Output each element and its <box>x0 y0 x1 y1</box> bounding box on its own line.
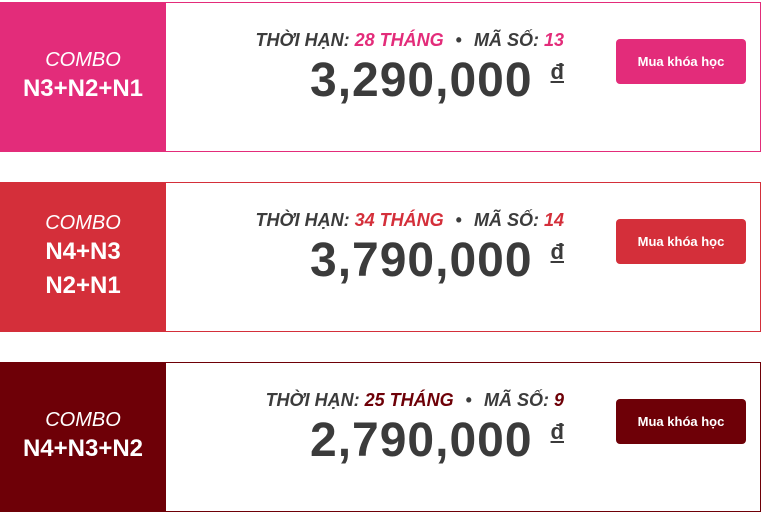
currency-symbol: đ <box>550 239 564 264</box>
price-value: 2,790,000 <box>310 414 533 467</box>
separator-dot: • <box>455 30 462 50</box>
code-label: MÃ SỐ: <box>473 210 539 230</box>
duration-value: 25 THÁNG <box>364 390 454 410</box>
duration-label: THỜI HẠN: <box>255 210 350 230</box>
combo-label-panel: COMBO N3+N2+N1 <box>0 2 166 152</box>
combo-list: COMBO N3+N2+N1 THỜI HẠN: 28 THÁNG • MÃ SỐ:… <box>0 0 763 514</box>
combo-label-panel: COMBO N4+N3 N2+N1 <box>0 182 166 332</box>
combo-label-panel: COMBO N4+N3+N2 <box>0 362 166 512</box>
duration-value: 28 THÁNG <box>354 30 444 50</box>
buy-course-button[interactable]: Mua khóa học <box>616 399 746 444</box>
buy-course-button[interactable]: Mua khóa học <box>616 219 746 264</box>
combo-levels: N3+N2+N1 <box>22 75 144 102</box>
buy-course-button[interactable]: Mua khóa học <box>616 39 746 84</box>
combo-levels: N2+N1 <box>45 272 121 299</box>
separator-dot: • <box>465 390 472 410</box>
combo-meta: THỜI HẠN: 28 THÁNG • MÃ SỐ: 13 <box>256 30 564 51</box>
combo-levels: N4+N3 <box>45 238 121 265</box>
duration-value: 34 THÁNG <box>354 210 444 230</box>
combo-card: COMBO N3+N2+N1 THỜI HẠN: 28 THÁNG • MÃ SỐ:… <box>0 2 761 152</box>
duration-label: THỜI HẠN: <box>265 390 360 410</box>
price-value: 3,290,000 <box>310 54 533 107</box>
separator-dot: • <box>455 210 462 230</box>
currency-symbol: đ <box>550 59 564 84</box>
combo-details: THỜI HẠN: 28 THÁNG • MÃ SỐ: 13 3,290,000 đ… <box>166 2 761 152</box>
combo-meta: THỜI HẠN: 25 THÁNG • MÃ SỐ: 9 <box>266 390 564 411</box>
price-row: 3,790,000 đ <box>310 233 564 289</box>
code-label: MÃ SỐ: <box>473 30 539 50</box>
combo-details: THỜI HẠN: 25 THÁNG • MÃ SỐ: 9 2,790,000 đ … <box>166 362 761 512</box>
combo-details: THỜI HẠN: 34 THÁNG • MÃ SỐ: 14 3,790,000 đ… <box>166 182 761 332</box>
combo-word: COMBO <box>45 212 121 234</box>
code-value: 14 <box>543 210 564 230</box>
combo-card: COMBO N4+N3+N2 THỜI HẠN: 25 THÁNG • MÃ SỐ:… <box>0 362 761 512</box>
duration-label: THỜI HẠN: <box>255 30 350 50</box>
price-value: 3,790,000 <box>310 234 533 287</box>
price-row: 3,290,000 đ <box>310 53 564 109</box>
combo-word: COMBO <box>45 409 121 431</box>
code-value: 13 <box>543 30 564 50</box>
combo-word: COMBO <box>45 49 121 71</box>
combo-levels: N4+N3+N2 <box>22 435 144 462</box>
code-value: 9 <box>553 390 564 410</box>
price-row: 2,790,000 đ <box>310 413 564 469</box>
currency-symbol: đ <box>550 419 564 444</box>
code-label: MÃ SỐ: <box>483 390 549 410</box>
combo-card: COMBO N4+N3 N2+N1 THỜI HẠN: 34 THÁNG • MÃ … <box>0 182 761 332</box>
combo-meta: THỜI HẠN: 34 THÁNG • MÃ SỐ: 14 <box>256 210 564 231</box>
